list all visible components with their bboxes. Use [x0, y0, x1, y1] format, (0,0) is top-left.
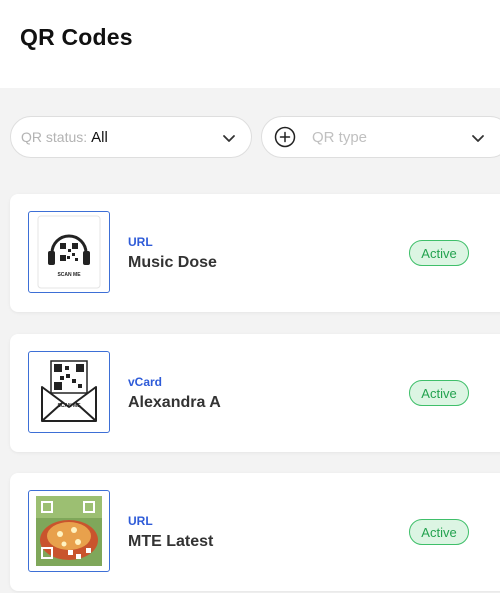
qr-type-filter[interactable]: QR type — [261, 116, 500, 158]
qr-card[interactable]: URL MTE Latest Active — [10, 473, 500, 591]
qr-thumbnail[interactable]: SCAN ME — [28, 351, 110, 433]
qr-status-value: All — [91, 128, 108, 146]
qr-type-placeholder: QR type — [312, 128, 368, 146]
status-badge: Active — [409, 380, 469, 406]
qr-name[interactable]: Music Dose — [128, 254, 217, 272]
food-photo-qr-icon — [36, 496, 102, 566]
envelope-qr-icon — [41, 360, 97, 422]
qr-card[interactable]: SCAN ME vCard Alexandra A Active — [10, 334, 500, 452]
add-circle-icon — [274, 126, 296, 148]
page-header: QR Codes — [0, 0, 500, 88]
qr-status-filter[interactable]: QR status: All — [10, 116, 252, 158]
status-badge: Active — [409, 240, 469, 266]
chevron-down-icon — [223, 135, 235, 142]
page-title: QR Codes — [20, 24, 133, 50]
scan-me-caption: SCAN ME — [57, 272, 81, 278]
status-badge: Active — [409, 519, 469, 545]
qr-type-label: URL — [128, 235, 153, 249]
qr-type-label: vCard — [128, 375, 163, 389]
qr-thumbnail[interactable]: SCAN ME — [28, 211, 110, 293]
qr-card[interactable]: SCAN ME URL Music Dose Active — [10, 194, 500, 312]
qr-status-label: QR status: — [21, 129, 88, 145]
chevron-down-icon — [472, 135, 484, 142]
qr-thumbnail[interactable] — [28, 490, 110, 572]
qr-name[interactable]: MTE Latest — [128, 533, 213, 551]
qr-name[interactable]: Alexandra A — [128, 394, 221, 412]
scan-me-caption: SCAN ME — [57, 403, 81, 409]
qr-type-label: URL — [128, 514, 153, 528]
